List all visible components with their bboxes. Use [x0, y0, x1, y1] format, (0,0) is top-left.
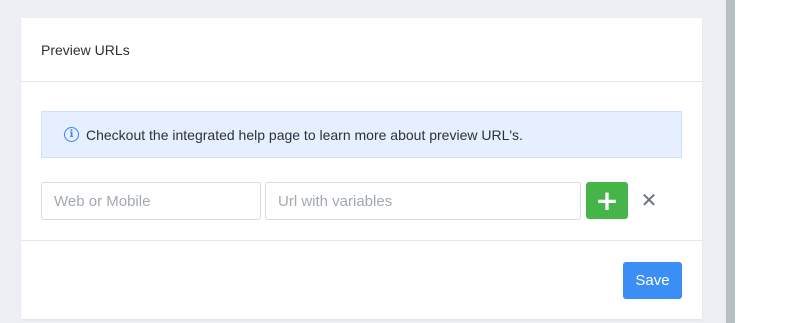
- card-header: Preview URLs: [21, 18, 702, 82]
- remove-url-button[interactable]: ✕: [637, 188, 661, 212]
- panel-divider: [726, 0, 735, 323]
- info-alert: i Checkout the integrated help page to l…: [41, 111, 682, 158]
- footer-divider: [21, 240, 702, 241]
- info-icon: i: [64, 127, 79, 142]
- add-url-button[interactable]: +: [586, 182, 628, 219]
- close-icon: ✕: [640, 188, 658, 212]
- url-type-input[interactable]: [41, 182, 261, 220]
- preview-urls-card: Preview URLs i Checkout the integrated h…: [21, 18, 702, 319]
- plus-icon: +: [595, 183, 619, 217]
- url-template-input[interactable]: [265, 182, 581, 220]
- save-button[interactable]: Save: [623, 262, 682, 299]
- info-message: Checkout the integrated help page to lea…: [86, 126, 523, 143]
- card-title: Preview URLs: [41, 41, 130, 58]
